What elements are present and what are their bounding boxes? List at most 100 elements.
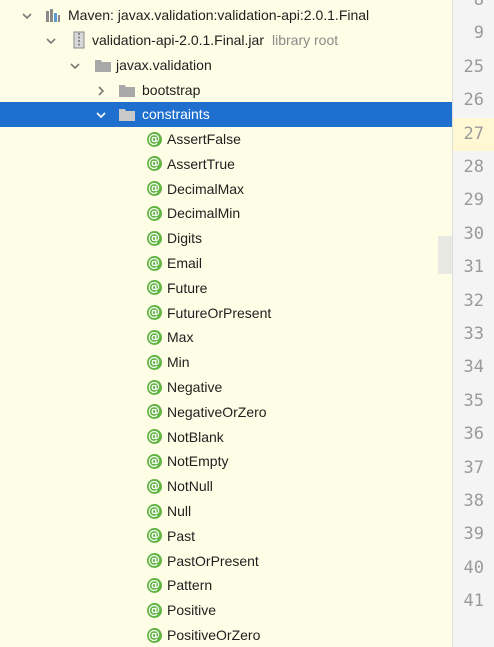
- tree-item-annotation[interactable]: @ Positive: [0, 598, 452, 623]
- tree-item-annotation[interactable]: @ NotNull: [0, 474, 452, 499]
- tree-item-label: Min: [167, 354, 190, 371]
- annotation-icon: @: [145, 254, 163, 272]
- chevron-right-icon[interactable]: [94, 84, 108, 98]
- tree-item-annotation[interactable]: @ Digits: [0, 226, 452, 251]
- annotation-badge: @: [146, 553, 162, 569]
- project-tree[interactable]: Maven: javax.validation:validation-api:2…: [0, 0, 452, 647]
- tree-item-annotation[interactable]: @ Email: [0, 251, 452, 276]
- annotation-badge: @: [146, 478, 162, 494]
- library-root-hint: library root: [271, 32, 339, 48]
- tree-item-maven-library[interactable]: Maven: javax.validation:validation-api:2…: [0, 3, 452, 28]
- annotation-badge: @: [146, 255, 162, 271]
- scrollbar-thumb[interactable]: [438, 236, 452, 274]
- tree-item-annotation[interactable]: @ AssertFalse: [0, 127, 452, 152]
- tree-item-label: Email: [167, 255, 203, 271]
- annotation-icon: @: [145, 204, 163, 222]
- annotation-icon: @: [145, 279, 163, 297]
- annotation-badge: @: [146, 577, 162, 593]
- tree-item-label: AssertTrue: [167, 155, 235, 172]
- line-number: 39: [463, 524, 484, 545]
- annotation-badge: @: [146, 280, 162, 296]
- annotation-icon: @: [145, 155, 163, 173]
- tree-item-label: DecimalMax: [167, 180, 245, 197]
- annotation-badge: @: [146, 131, 162, 147]
- annotation-badge: @: [146, 305, 162, 321]
- annotation-icon: @: [145, 552, 163, 570]
- annotation-icon: @: [145, 428, 163, 446]
- tree-item-label: validation-api-2.0.1.Final.jar: [92, 32, 264, 48]
- package-icon: [94, 56, 112, 74]
- tree-item-constraints[interactable]: constraints: [0, 102, 452, 127]
- tree-item-label: Positive: [167, 602, 217, 619]
- tree-item-label: PastOrPresent: [167, 552, 259, 569]
- tree-item-annotation[interactable]: @ Pattern: [0, 573, 452, 598]
- tree-item-label: Max: [167, 329, 194, 346]
- annotation-badge: @: [146, 329, 162, 345]
- annotation-icon: @: [145, 229, 163, 247]
- tree-item-annotation[interactable]: @ PastOrPresent: [0, 549, 452, 574]
- tree-item-annotation[interactable]: @ DecimalMax: [0, 177, 452, 202]
- annotation-icon: @: [145, 626, 163, 644]
- tree-item-annotation[interactable]: @ AssertTrue: [0, 152, 452, 177]
- tree-item-javax-validation[interactable]: javax.validation: [0, 53, 452, 78]
- tree-item-label: Past: [167, 527, 196, 544]
- line-number: 36: [463, 424, 484, 445]
- annotation-icon: @: [145, 477, 163, 495]
- annotation-badge: @: [146, 181, 162, 197]
- tree-item-annotation[interactable]: @ Null: [0, 499, 452, 524]
- tree-item-label: Negative: [167, 379, 223, 395]
- annotation-badge: @: [146, 602, 162, 618]
- line-number: 31: [463, 257, 484, 278]
- annotation-icon: @: [145, 576, 163, 594]
- annotation-icon: @: [145, 130, 163, 148]
- chevron-down-icon[interactable]: [44, 34, 58, 48]
- line-number: 30: [463, 223, 484, 244]
- annotation-icon: @: [145, 353, 163, 371]
- line-number: 27: [453, 117, 494, 151]
- jar-icon: [70, 31, 88, 49]
- line-number: 26: [463, 90, 484, 111]
- annotation-badge: @: [146, 379, 162, 395]
- tree-item-annotation[interactable]: @ Max: [0, 325, 452, 350]
- tree-item-bootstrap[interactable]: bootstrap: [0, 78, 452, 103]
- annotation-icon: @: [145, 452, 163, 470]
- line-number-gutter: 8 9 25 26 27 28 29 30 31 32 33 34 35 36 37 38 39 40 41: [452, 0, 494, 647]
- package-icon: [118, 81, 136, 99]
- tree-item-label: Null: [167, 503, 192, 519]
- annotation-icon: @: [145, 304, 163, 322]
- line-number: 8: [473, 0, 484, 10]
- annotation-badge: @: [146, 354, 162, 370]
- tree-item-annotation[interactable]: @ FutureOrPresent: [0, 301, 452, 326]
- annotation-icon: @: [145, 502, 163, 520]
- tree-item-annotation[interactable]: @ PositiveOrZero: [0, 623, 452, 647]
- tree-item-annotation[interactable]: @ DecimalMin: [0, 201, 452, 226]
- line-number: 37: [463, 457, 484, 478]
- tree-item-annotation[interactable]: @ NotEmpty: [0, 449, 452, 474]
- tree-item-label: constraints: [142, 106, 210, 122]
- tree-item-jar[interactable]: validation-api-2.0.1.Final.jar library ro…: [0, 28, 452, 53]
- annotation-badge: @: [146, 404, 162, 420]
- tree-item-annotation[interactable]: @ Negative: [0, 375, 452, 400]
- tree-item-annotation[interactable]: @ NotBlank: [0, 425, 452, 450]
- line-number: 29: [463, 190, 484, 211]
- chevron-down-icon[interactable]: [68, 59, 82, 73]
- tree-item-annotation[interactable]: @ NegativeOrZero: [0, 400, 452, 425]
- annotation-icon: @: [145, 180, 163, 198]
- annotation-badge: @: [146, 528, 162, 544]
- line-number: 33: [463, 324, 484, 344]
- tree-item-annotation[interactable]: @ Future: [0, 276, 452, 301]
- line-number: 35: [463, 390, 484, 411]
- tree-item-label: NotEmpty: [167, 453, 229, 470]
- chevron-down-icon[interactable]: [94, 108, 108, 122]
- tree-item-label: FutureOrPresent: [167, 304, 272, 321]
- annotation-icon: @: [145, 378, 163, 396]
- tree-item-annotation[interactable]: @ Past: [0, 524, 452, 549]
- line-number: 32: [463, 290, 484, 311]
- annotation-badge: @: [146, 429, 162, 445]
- tree-item-annotation[interactable]: @ Min: [0, 350, 452, 375]
- chevron-down-icon[interactable]: [20, 9, 34, 23]
- tree-item-label: bootstrap: [142, 82, 201, 98]
- annotation-icon: @: [145, 527, 163, 545]
- tree-item-label: Digits: [167, 230, 203, 247]
- tree-item-label: DecimalMin: [167, 205, 241, 222]
